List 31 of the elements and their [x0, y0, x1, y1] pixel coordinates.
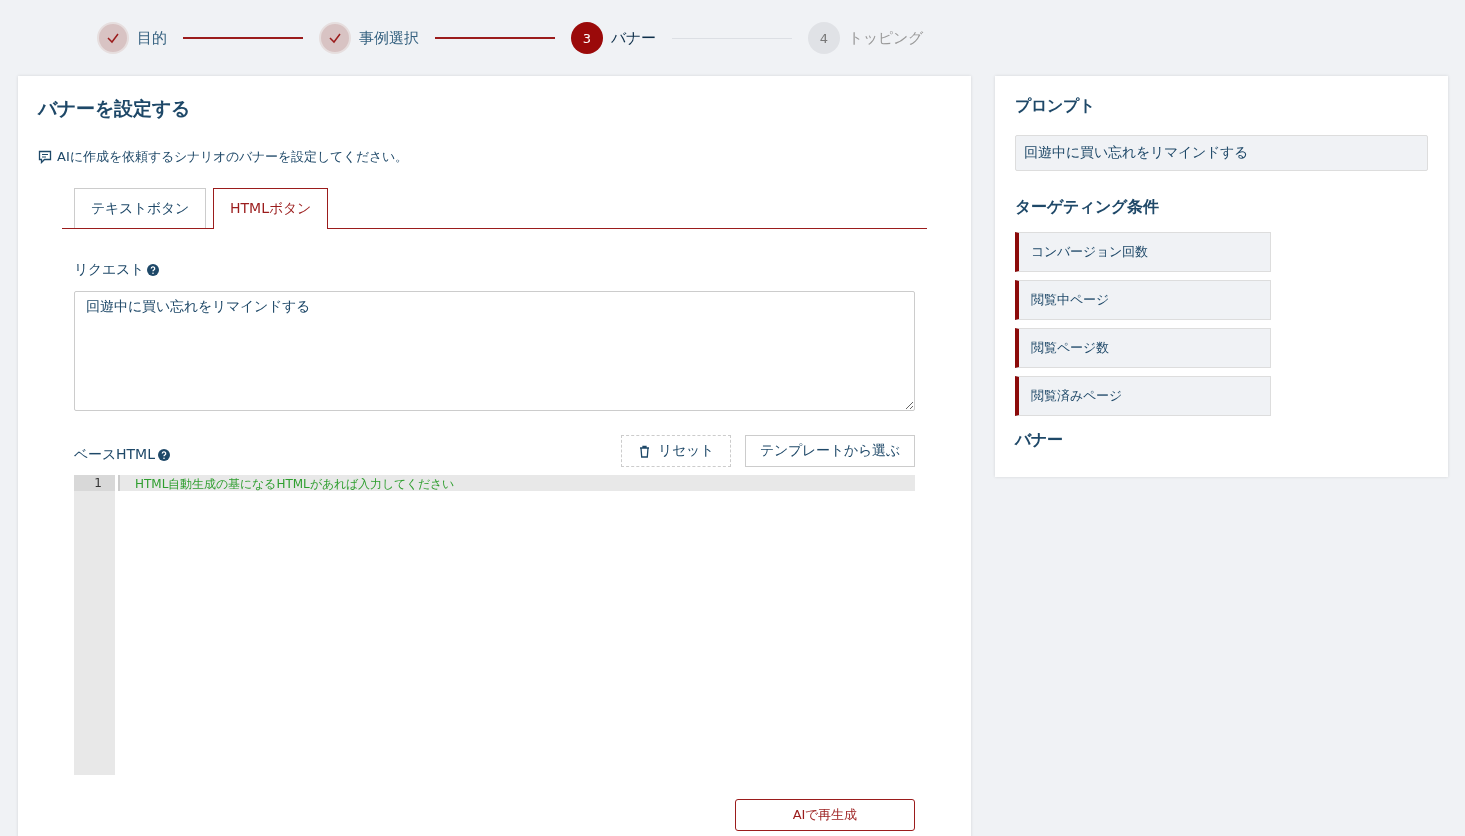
step-label: 目的 — [137, 28, 167, 48]
help-icon[interactable] — [157, 449, 170, 461]
editor-placeholder: HTML自動生成の基になるHTMLがあれば入力してください — [135, 477, 454, 491]
condition-item: 閲覧済みページ — [1015, 376, 1271, 416]
description-text: AIに作成を依頼するシナリオのバナーを設定してください。 — [57, 148, 408, 166]
section-title: プロンプト — [1015, 96, 1096, 117]
request-field[interactable]: 回遊中に買い忘れをリマインドする — [74, 291, 915, 411]
step-label: バナー — [611, 28, 656, 48]
field-label: ベースHTML — [74, 446, 155, 464]
line-number: 1 — [74, 475, 115, 491]
step-label: トッピング — [848, 28, 923, 48]
message-icon — [38, 150, 52, 164]
tab[interactable]: テキストボタン — [74, 188, 206, 228]
step-number: 3 — [571, 22, 603, 54]
tab[interactable]: HTMLボタン — [213, 188, 328, 229]
trash-icon — [638, 444, 650, 458]
reset-button[interactable]: リセット — [621, 435, 731, 467]
template-button[interactable]: テンプレートから選ぶ — [745, 435, 915, 467]
condition-item: コンバージョン回数 — [1015, 232, 1271, 272]
condition-item: 閲覧中ページ — [1015, 280, 1271, 320]
code-editor[interactable]: 1 HTML自動生成の基になるHTMLがあれば入力してください — [74, 475, 915, 775]
prompt-text: 回遊中に買い忘れをリマインドする — [1015, 135, 1428, 171]
help-icon[interactable] — [147, 264, 159, 276]
section-title: バナーを設定する — [38, 96, 191, 121]
section-title: バナー — [1015, 430, 1064, 451]
step-number: 4 — [808, 22, 840, 54]
step-label: 事例選択 — [359, 28, 419, 48]
condition-item: 閲覧ページ数 — [1015, 328, 1271, 368]
field-label: リクエスト — [74, 261, 144, 279]
section-title: ターゲティング条件 — [1015, 197, 1160, 218]
regenerate-button[interactable]: AIで再生成 — [735, 799, 915, 831]
